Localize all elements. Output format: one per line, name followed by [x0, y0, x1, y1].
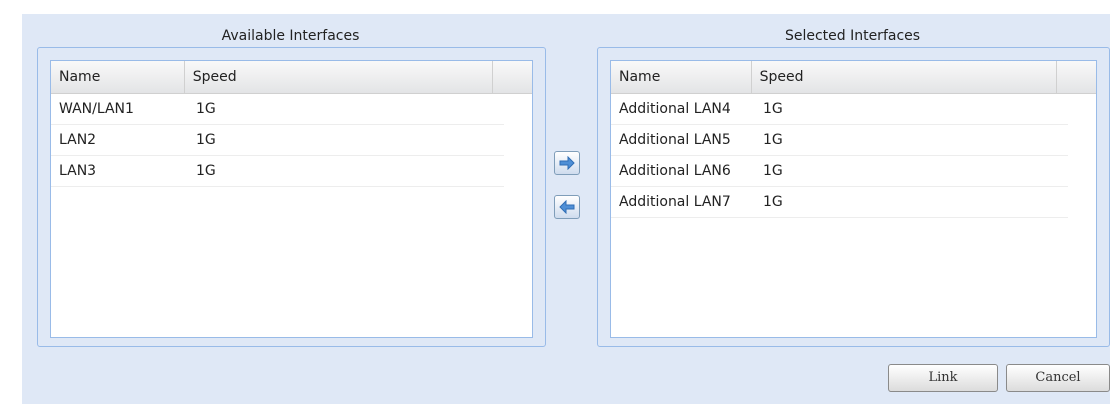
interface-speed: 1G: [763, 163, 783, 179]
interface-name: Additional LAN5: [619, 132, 731, 148]
interface-speed: 1G: [196, 101, 216, 117]
interface-name: WAN/LAN1: [59, 101, 134, 117]
table-row[interactable]: Additional LAN5 1G: [611, 125, 1068, 156]
selected-interfaces-group: Name Speed Additional LAN4 1G Additional…: [597, 47, 1110, 347]
column-header-speed[interactable]: Speed: [752, 61, 1057, 93]
interface-name: Additional LAN7: [619, 194, 731, 210]
add-interface-button[interactable]: [554, 151, 580, 175]
interface-name: Additional LAN6: [619, 163, 731, 179]
available-grid-header: Name Speed: [51, 61, 532, 94]
selected-interfaces-grid: Name Speed Additional LAN4 1G Additional…: [610, 60, 1097, 338]
available-interfaces-title: Available Interfaces: [221, 28, 360, 44]
table-row[interactable]: LAN3 1G: [51, 156, 504, 187]
selected-rows: Additional LAN4 1G Additional LAN5 1G Ad…: [611, 94, 1096, 218]
link-button[interactable]: Link: [888, 364, 998, 392]
available-interfaces-group: Name Speed WAN/LAN1 1G LAN2 1G LAN3 1G: [37, 47, 546, 347]
table-row[interactable]: Additional LAN7 1G: [611, 187, 1068, 218]
column-header-name[interactable]: Name: [611, 61, 752, 93]
interface-speed: 1G: [196, 132, 216, 148]
table-row[interactable]: WAN/LAN1 1G: [51, 94, 504, 125]
arrow-left-icon: [559, 200, 575, 214]
interface-speed: 1G: [763, 101, 783, 117]
column-header-speed[interactable]: Speed: [185, 61, 493, 93]
selected-grid-header: Name Speed: [611, 61, 1096, 94]
table-row[interactable]: Additional LAN6 1G: [611, 156, 1068, 187]
available-rows: WAN/LAN1 1G LAN2 1G LAN3 1G: [51, 94, 532, 187]
table-row[interactable]: LAN2 1G: [51, 125, 504, 156]
selected-interfaces-title: Selected Interfaces: [784, 28, 921, 44]
column-header-name[interactable]: Name: [51, 61, 185, 93]
interface-name: LAN3: [59, 163, 97, 179]
interface-speed: 1G: [196, 163, 216, 179]
cancel-button[interactable]: Cancel: [1006, 364, 1110, 392]
table-row[interactable]: Additional LAN4 1G: [611, 94, 1068, 125]
interface-speed: 1G: [763, 194, 783, 210]
remove-interface-button[interactable]: [554, 195, 580, 219]
available-interfaces-grid: Name Speed WAN/LAN1 1G LAN2 1G LAN3 1G: [50, 60, 533, 338]
interface-name: LAN2: [59, 132, 97, 148]
interface-speed: 1G: [763, 132, 783, 148]
arrow-right-icon: [559, 156, 575, 170]
column-header-filler: [1057, 61, 1096, 93]
interface-name: Additional LAN4: [619, 101, 731, 117]
column-header-filler: [493, 61, 532, 93]
